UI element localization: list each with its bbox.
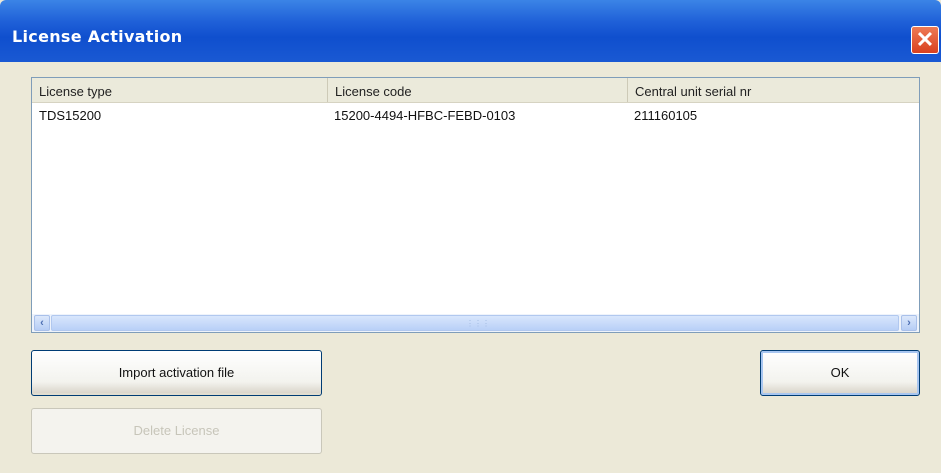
column-header-license-code[interactable]: License code [327,78,627,102]
import-activation-file-button[interactable]: Import activation file [31,350,322,396]
license-type-cell: TDS15200 [39,108,102,123]
ok-button[interactable]: OK [760,350,920,396]
horizontal-scrollbar[interactable]: ‹ ⋮⋮⋮ › [32,314,919,332]
window-title: License Activation [12,27,183,46]
serial-cell: 211160105 [634,108,698,123]
column-header-serial[interactable]: Central unit serial nr [627,78,919,102]
title-bar[interactable]: License Activation ✕ [0,0,941,62]
close-icon[interactable]: ✕ [911,26,939,54]
license-list[interactable]: License type License code Central unit s… [31,77,920,333]
scroll-left-icon[interactable]: ‹ [34,315,50,331]
column-header-license-type[interactable]: License type [32,78,327,102]
license-code-cell: 15200-4494-HFBC-FEBD-0103 [334,108,516,123]
grip-icon: ⋮⋮⋮ [466,319,490,328]
delete-license-button[interactable]: Delete License [31,408,322,454]
table-row[interactable]: TDS15200 15200-4494-HFBC-FEBD-0103 21116… [32,106,919,126]
license-activation-dialog: License Activation ✕ License type Licens… [0,0,941,473]
scroll-right-icon[interactable]: › [901,315,917,331]
list-header: License type License code Central unit s… [32,78,919,103]
scroll-thumb[interactable]: ⋮⋮⋮ [51,315,899,331]
